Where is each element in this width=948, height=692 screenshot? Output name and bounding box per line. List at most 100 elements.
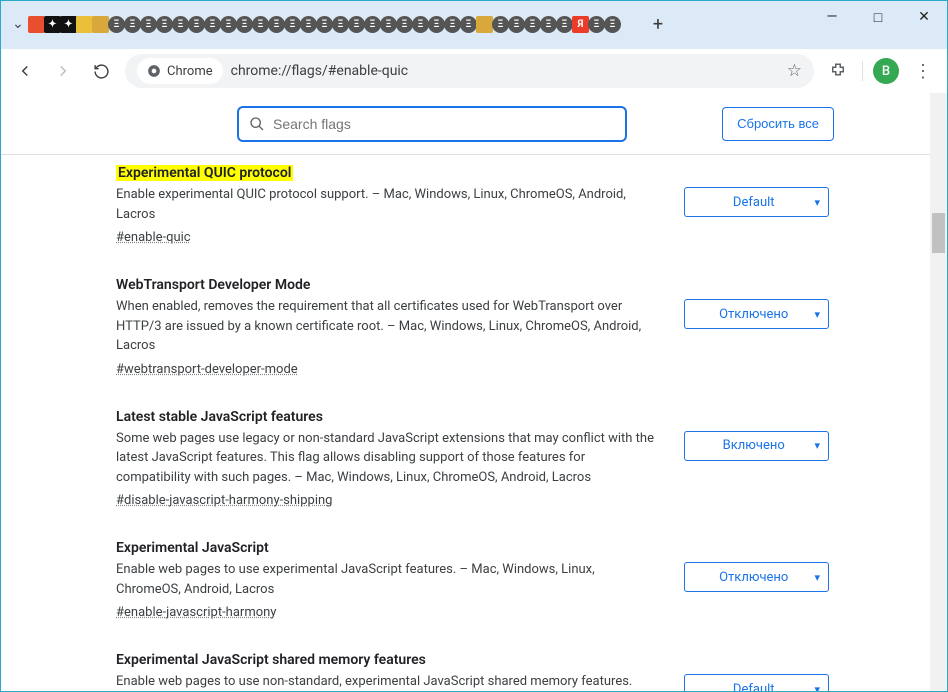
flag-dropdown[interactable]: Отключено▾ — [684, 299, 829, 329]
tab-favicon[interactable]: Я — [572, 16, 589, 33]
profile-avatar[interactable]: В — [873, 58, 899, 84]
reset-all-button[interactable]: Сбросить все — [722, 107, 834, 141]
flag-text: Experimental JavaScriptEnable web pages … — [116, 540, 654, 620]
window-minimize-button[interactable]: — — [809, 1, 855, 33]
tab-favicon[interactable]: Ξ — [156, 16, 173, 33]
flag-anchor-link[interactable]: #webtransport-developer-mode — [116, 362, 298, 377]
tab-favicon[interactable]: ✦ — [60, 16, 77, 33]
search-flags-input[interactable] — [273, 116, 615, 132]
tab-favicon[interactable]: Ξ — [444, 16, 461, 33]
chevron-down-icon: ▾ — [814, 439, 820, 452]
tab-favicon[interactable]: Ξ — [508, 16, 525, 33]
flag-row: Experimental QUIC protocol Enable experim… — [116, 165, 829, 245]
chevron-down-icon: ▾ — [814, 308, 820, 321]
flag-dropdown[interactable]: Включено▾ — [684, 431, 829, 461]
window-titlebar: ⌄ ✦ ✦ Ξ Ξ Ξ Ξ Ξ Ξ Ξ Ξ Ξ Ξ Ξ Ξ Ξ Ξ Ξ Ξ Ξ … — [1, 1, 947, 49]
tab-favicon[interactable]: Ξ — [460, 16, 477, 33]
flag-text: Latest stable JavaScript features Some we… — [116, 409, 654, 509]
tab-favicon[interactable]: Ξ — [348, 16, 365, 33]
tab-favicon[interactable]: Ξ — [428, 16, 445, 33]
tab-favicon[interactable]: ✦ — [44, 16, 61, 33]
flag-description: When enabled, removes the requirement th… — [116, 297, 654, 356]
flag-title: Experimental QUIC protocol — [116, 165, 293, 181]
tab-favicon[interactable]: Ξ — [284, 16, 301, 33]
toolbar-separator — [862, 61, 863, 81]
flag-description: Enable experimental QUIC protocol suppor… — [116, 185, 654, 224]
tab-favicon[interactable] — [28, 16, 45, 33]
tab-overflow-chevron[interactable]: ⌄ — [7, 16, 29, 32]
tab-favicon[interactable]: Ξ — [604, 16, 621, 33]
tab-favicon[interactable]: Ξ — [268, 16, 285, 33]
tab-favicon[interactable] — [76, 16, 93, 33]
flags-list: Experimental QUIC protocol Enable experim… — [1, 155, 947, 691]
tab-favicon[interactable]: Ξ — [300, 16, 317, 33]
window-close-button[interactable]: ✕ — [901, 1, 947, 33]
tab-favicon[interactable]: Ξ — [412, 16, 429, 33]
flag-anchor-link[interactable]: #disable-javascript-harmony-shipping — [116, 493, 332, 508]
forward-button — [49, 57, 77, 85]
tab-favicon[interactable]: Ξ — [252, 16, 269, 33]
tab-favicon[interactable]: Ξ — [172, 16, 189, 33]
flag-control: Отключено▾ — [684, 277, 829, 377]
tab-favicon[interactable]: Ξ — [588, 16, 605, 33]
new-tab-button[interactable]: + — [643, 14, 673, 35]
flag-control: Отключено▾ — [684, 540, 829, 620]
flag-dropdown[interactable]: Default▾ — [684, 187, 829, 217]
chevron-down-icon: ▾ — [814, 683, 820, 692]
browser-menu-button[interactable]: ⋮ — [909, 57, 937, 85]
tab-favicon[interactable]: Ξ — [556, 16, 573, 33]
flag-dropdown-value: Включено — [693, 438, 814, 453]
flag-dropdown-value: Default — [693, 195, 814, 210]
flag-row: Experimental JavaScript shared memory fe… — [116, 652, 829, 691]
tab-favicon[interactable]: Ξ — [492, 16, 509, 33]
tab-favicon[interactable]: Ξ — [380, 16, 397, 33]
scrollbar-thumb[interactable] — [932, 213, 945, 253]
tab-favicon[interactable]: Ξ — [140, 16, 157, 33]
tab-favicon[interactable]: Ξ — [316, 16, 333, 33]
tab-favicon[interactable]: Ξ — [220, 16, 237, 33]
tab-favicon[interactable]: Ξ — [332, 16, 349, 33]
flag-anchor-link[interactable]: #enable-javascript-harmony — [116, 605, 276, 620]
window-controls: — □ ✕ — [809, 1, 947, 33]
flag-row: Experimental JavaScriptEnable web pages … — [116, 540, 829, 620]
flag-dropdown[interactable]: Отключено▾ — [684, 562, 829, 592]
page: Сбросить все Experimental QUIC protocolE… — [1, 93, 947, 691]
tab-favicon[interactable] — [476, 16, 493, 33]
flag-dropdown-value: Отключено — [693, 307, 814, 322]
bookmark-star-icon[interactable]: ☆ — [787, 61, 802, 81]
flag-text: Experimental QUIC protocol Enable experim… — [116, 165, 654, 245]
reload-button[interactable] — [87, 57, 115, 85]
flag-dropdown-value: Отключено — [693, 570, 814, 585]
tab-favicon[interactable]: Ξ — [108, 16, 125, 33]
extensions-button[interactable] — [824, 57, 852, 85]
flag-control: Default▾ — [684, 652, 829, 691]
page-scrollbar[interactable] — [930, 93, 947, 691]
address-bar[interactable]: Chrome chrome://flags/#enable-quic ☆ — [125, 54, 814, 88]
flag-control: Включено▾ — [684, 409, 829, 509]
window-maximize-button[interactable]: □ — [855, 1, 901, 33]
tab-favicons: ✦ ✦ Ξ Ξ Ξ Ξ Ξ Ξ Ξ Ξ Ξ Ξ Ξ Ξ Ξ Ξ Ξ Ξ Ξ Ξ … — [29, 16, 621, 33]
tab-favicon[interactable]: Ξ — [124, 16, 141, 33]
tab-favicon[interactable]: Ξ — [396, 16, 413, 33]
tab-strip: ⌄ ✦ ✦ Ξ Ξ Ξ Ξ Ξ Ξ Ξ Ξ Ξ Ξ Ξ Ξ Ξ Ξ Ξ Ξ Ξ … — [7, 7, 673, 41]
flag-description: Some web pages use legacy or non-standar… — [116, 429, 654, 488]
url-text: chrome://flags/#enable-quic — [231, 63, 779, 79]
flag-anchor-link[interactable]: #enable-quic — [116, 230, 191, 245]
flag-description: Enable web pages to use experimental Jav… — [116, 560, 654, 599]
tab-favicon[interactable]: Ξ — [524, 16, 541, 33]
chevron-down-icon: ▾ — [814, 571, 820, 584]
site-chip[interactable]: Chrome — [137, 58, 223, 84]
flag-title: Latest stable JavaScript features — [116, 409, 323, 425]
tab-favicon[interactable]: Ξ — [204, 16, 221, 33]
tab-favicon[interactable]: Ξ — [540, 16, 557, 33]
chevron-down-icon: ▾ — [814, 196, 820, 209]
flags-header: Сбросить все — [1, 93, 947, 155]
tab-favicon[interactable] — [92, 16, 109, 33]
back-button[interactable] — [11, 57, 39, 85]
search-flags-box[interactable] — [237, 106, 627, 142]
flag-dropdown[interactable]: Default▾ — [684, 674, 829, 691]
tab-favicon[interactable]: Ξ — [364, 16, 381, 33]
tab-favicon[interactable]: Ξ — [188, 16, 205, 33]
tab-favicon[interactable]: Ξ — [236, 16, 253, 33]
flag-title: Experimental JavaScript shared memory fe… — [116, 652, 426, 668]
